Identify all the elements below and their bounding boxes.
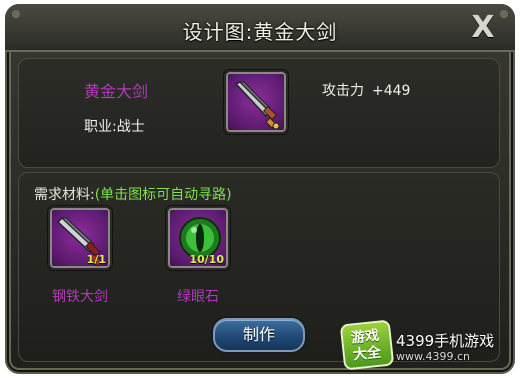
requirements-title: 需求材料:(单击图标可自动寻路) [34,184,232,204]
make-button[interactable]: 制作 [213,318,305,352]
item-slot[interactable] [224,70,288,134]
logo-text-line2: 大全 [352,344,382,364]
material-count: 10/10 [189,253,224,266]
golden-greatsword-icon [234,81,280,130]
site-logo: 游戏 大全 [339,319,395,371]
logo-text-line1: 游戏 [350,327,380,347]
attack-label: 攻击力 [322,83,364,99]
material-slot-green-eye-stone[interactable]: 10/10 [166,206,230,270]
item-job: 职业:战士 [84,119,145,135]
watermark-url: www.4399.cn [396,350,470,363]
requirements-hint: (单击图标可自动寻路) [94,187,232,203]
material-slot-steel-greatsword[interactable]: 1/1 [48,206,112,270]
close-button[interactable]: X [468,13,498,43]
item-name: 黄金大剑 [84,82,149,101]
material-name: 绿眼石 [177,289,219,305]
requirements-label: 需求材料: [34,187,95,203]
watermark-site: 4399手机游戏 [396,332,495,350]
material-count: 1/1 [86,253,106,266]
attack-value: +449 [372,83,411,99]
dialog-title: 设计图:黄金大剑 [182,20,338,44]
material-name: 钢铁大剑 [52,289,108,305]
watermark: 游戏 大全 4399手机游戏 www.4399.cn [336,319,512,371]
attack-stat: 攻击力 +449 [322,80,410,100]
